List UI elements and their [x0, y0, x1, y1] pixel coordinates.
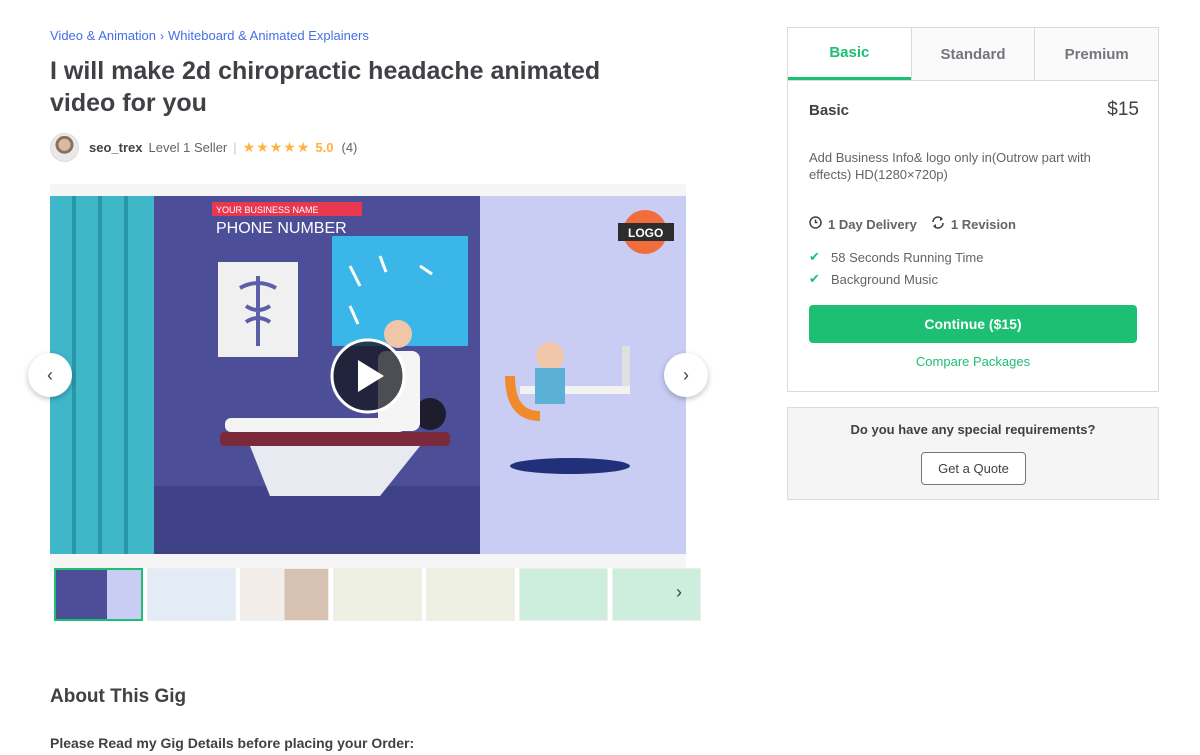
seller-avatar[interactable] [50, 133, 79, 162]
get-quote-button[interactable]: Get a Quote [921, 452, 1026, 485]
gig-gallery: YOUR BUSINESS NAME PHONE NUMBER LOGO › [50, 184, 701, 624]
tab-basic[interactable]: Basic [788, 28, 911, 80]
delivery-text: 1 Day Delivery [828, 217, 917, 232]
breadcrumb-category-link[interactable]: Video & Animation [50, 28, 156, 43]
rating-score: 5.0 [315, 140, 334, 155]
breadcrumb-separator: › [160, 28, 164, 43]
gallery-thumbnail[interactable] [147, 568, 236, 621]
package-panel: Basic Standard Premium Basic $15 Add Bus… [787, 27, 1159, 392]
package-name: Basic [809, 101, 850, 119]
about-heading: About This Gig [50, 686, 187, 707]
logo-badge-text: LOGO [628, 226, 663, 240]
chevron-right-icon: › [683, 364, 689, 385]
clock-icon [809, 216, 822, 232]
requirements-box: Do you have any special requirements? Ge… [787, 407, 1159, 500]
gallery-thumbnail[interactable] [333, 568, 422, 621]
breadcrumb: Video & Animation › Whiteboard & Animate… [50, 28, 369, 43]
divider: | [233, 140, 237, 155]
feature-text: 58 Seconds Running Time [831, 249, 984, 265]
requirements-question: Do you have any special requirements? [850, 422, 1096, 437]
revisions: 1 Revision [931, 216, 1016, 232]
chevron-left-icon: ‹ [47, 364, 53, 385]
seller-name-link[interactable]: seo_trex [89, 140, 142, 155]
checkmark-icon: ✔ [809, 271, 820, 286]
gallery-thumbnail[interactable] [54, 568, 143, 621]
gallery-thumbnail[interactable] [612, 568, 701, 621]
gallery-prev-button[interactable]: ‹ [28, 353, 72, 397]
gallery-thumbnail[interactable] [240, 568, 329, 621]
business-name-overlay: YOUR BUSINESS NAME [216, 205, 319, 215]
gallery-next-button[interactable]: › [664, 353, 708, 397]
review-count[interactable]: (4) [342, 140, 358, 155]
list-item: ✔ 58 Seconds Running Time [809, 246, 983, 268]
tab-standard[interactable]: Standard [910, 28, 1035, 80]
package-description: Add Business Info& logo only in(Outrow p… [809, 150, 1091, 182]
package-price: $15 [1107, 99, 1139, 120]
gig-title: I will make 2d chiropractic headache ani… [50, 57, 601, 117]
gallery-main-image[interactable]: YOUR BUSINESS NAME PHONE NUMBER LOGO [50, 196, 686, 554]
checkmark-icon: ✔ [809, 249, 820, 264]
feature-text: Background Music [831, 271, 938, 287]
package-meta: 1 Day Delivery 1 Revision [809, 216, 1016, 232]
phone-number-overlay: PHONE NUMBER [216, 220, 347, 237]
chevron-right-icon[interactable]: › [676, 582, 682, 603]
gallery-thumbnail[interactable] [426, 568, 515, 621]
chiropractic-scene-illustration: YOUR BUSINESS NAME PHONE NUMBER LOGO [50, 196, 686, 554]
seller-overview: seo_trex Level 1 Seller | ★★★★★ 5.0 (4) [50, 133, 357, 162]
tab-premium[interactable]: Premium [1034, 28, 1159, 80]
list-item: ✔ Background Music [809, 268, 983, 290]
gallery-thumbnail[interactable] [519, 568, 608, 621]
continue-button[interactable]: Continue ($15) [809, 305, 1137, 343]
delivery-time: 1 Day Delivery [809, 216, 917, 232]
revisions-text: 1 Revision [950, 217, 1016, 232]
thumbnail-strip: › [50, 568, 701, 624]
package-tabs: Basic Standard Premium [788, 28, 1159, 81]
compare-packages-link[interactable]: Compare Packages [788, 354, 1158, 369]
about-intro: Please Read my Gig Details before placin… [50, 735, 415, 751]
breadcrumb-subcategory-link[interactable]: Whiteboard & Animated Explainers [168, 28, 369, 43]
seller-level: Level 1 Seller [148, 140, 228, 155]
feature-list: ✔ 58 Seconds Running Time ✔ Background Mus… [809, 246, 983, 290]
package-header: Basic $15 [809, 99, 1139, 121]
star-rating-icon: ★★★★★ [242, 139, 311, 155]
refresh-icon [931, 216, 945, 232]
